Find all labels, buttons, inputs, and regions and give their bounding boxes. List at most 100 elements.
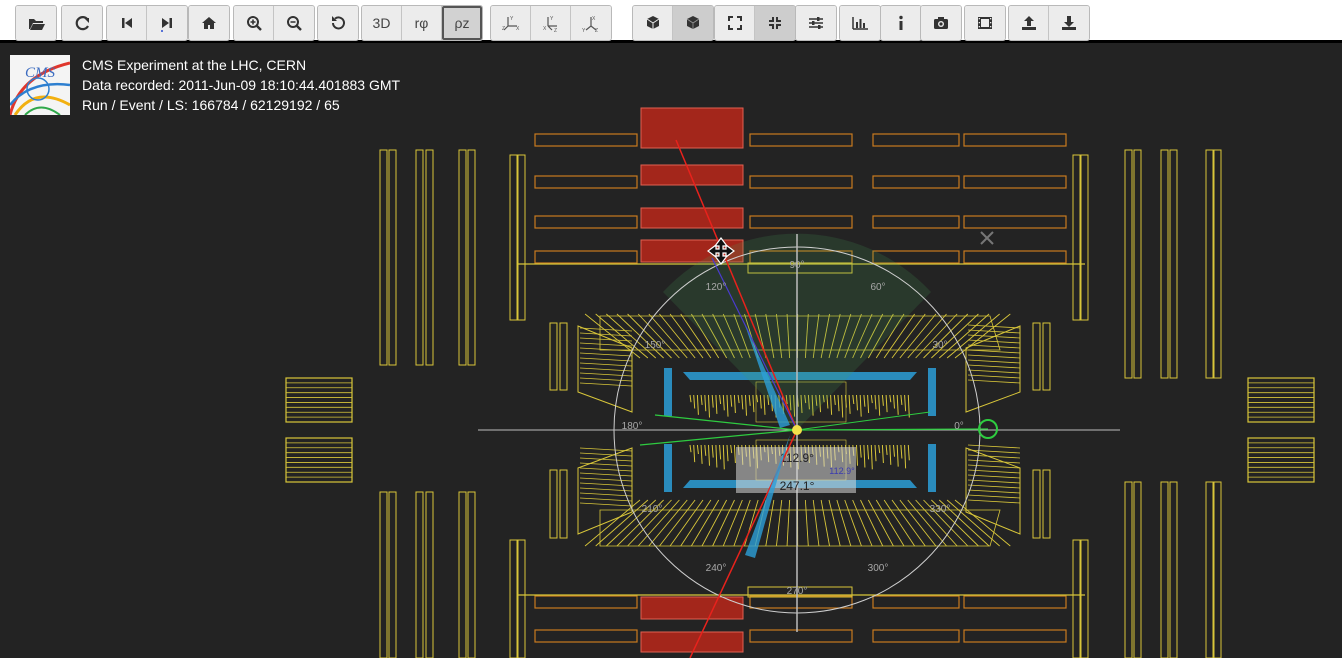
muon-chamber [749,595,853,609]
tracker-module [856,444,858,466]
hcal-endcap-layer [579,377,633,382]
endcap-muon-station [1032,469,1041,539]
muon-chamber-hit [640,631,744,653]
toolbar-group [839,5,881,41]
hcal-endcap [577,325,633,413]
reload-button[interactable] [62,6,102,40]
hcal-endcap-layer [967,369,1021,374]
toolbar-group: 3D rφ ρz [361,5,483,41]
info-icon [899,15,903,30]
exit-fullscreen-button[interactable] [755,6,795,40]
angle-readout-1: 112.9° [780,451,814,465]
tracker-module [878,394,881,416]
tracker-module [741,394,744,410]
svg-text:Y: Y [510,16,514,22]
tracker-module [848,394,851,414]
tracker-module [715,444,718,468]
hcal-endcap-layer [579,357,633,362]
zoom-out-button[interactable] [274,6,314,40]
toolbar: 3D rφ ρz Y Z X Y Z X X Y Z [0,0,1342,43]
muon-chamber-hit [640,207,744,229]
axis-xz-button[interactable]: Y Z X [531,6,571,40]
import-button[interactable] [1049,6,1089,40]
endcap-muon-station [1072,539,1081,658]
tracker-module [756,394,759,403]
event-display-canvas[interactable]: 112.9° 247.1° 112.9° 90° 60° 120° 150° 30° 180°… [0,46,1342,658]
open-file-button[interactable] [16,6,56,40]
hcal-endcap-layer [579,502,633,507]
hcal-endcap-layer [579,467,633,472]
endcap-muon-station [509,154,518,321]
muon-chamber [963,175,1067,189]
muon-chamber [872,595,960,609]
previous-event-button[interactable] [107,6,147,40]
settings-button[interactable] [796,6,836,40]
tracker-module [722,444,725,470]
angle-label: 30° [932,340,947,351]
tracker-module [907,394,910,418]
tracker-module [752,394,755,413]
toolbar-group [964,5,1006,41]
endcap-muon-station [517,154,526,321]
axis-yz-button[interactable]: YZ X [491,6,531,40]
axis-xz-icon: Y Z X [543,16,557,32]
toolbar-group [61,5,103,41]
tracker-module [896,394,899,415]
tracker-module [715,394,718,414]
film-icon [978,17,992,29]
tracker-module [700,444,703,464]
angle-label: 330° [930,504,951,515]
home-icon [202,17,216,29]
perspective-camera-button[interactable] [633,6,673,40]
toolbar-group [233,5,315,41]
axis-xy-icon: X Y Z [582,16,598,32]
info-button[interactable] [881,6,921,40]
reset-view-button[interactable] [318,6,358,40]
muon-chamber [749,629,853,643]
endcap-muon-station [415,491,424,658]
hcal-tower [733,499,751,547]
endcap-muon-station [1080,539,1089,658]
screenshot-button[interactable] [921,6,961,40]
tracker-module [704,444,707,456]
endcap-muon-station [425,491,434,658]
hcal-tower [852,499,873,547]
hcal-endcap-layer [579,482,633,487]
muon-chamber [749,175,853,189]
export-button[interactable] [1009,6,1049,40]
tracker-module [708,444,710,466]
statistics-button[interactable] [840,6,880,40]
enter-fullscreen-button[interactable] [715,6,755,40]
tracker-module [867,444,870,460]
hcal-endcap-layer [967,359,1021,364]
hcal-endcap-layer [579,347,633,352]
muon-chamber [963,250,1067,264]
zoom-in-button[interactable] [234,6,274,40]
tracker-module [730,394,733,407]
hcal-tower [786,499,791,547]
view-rphi-button[interactable]: rφ [402,6,442,40]
hcal-endcap-layer [967,374,1021,379]
orthographic-camera-button[interactable] [673,6,713,40]
ecal-endcap [928,444,936,492]
hcal-endcap-layer [967,354,1021,359]
tracker-module [867,394,870,414]
angle-label: 90° [789,260,804,271]
muon-chamber [749,215,853,229]
view-rz-button[interactable]: ρz [442,6,482,40]
muon-chamber [872,133,960,147]
cube-solid-icon [686,16,700,29]
hcal-endcap-layer [579,492,633,497]
next-event-button[interactable] [147,6,187,40]
animation-button[interactable] [965,6,1005,40]
endcap-muon-station [388,149,397,366]
view-3d-button[interactable]: 3D [362,6,402,40]
tracker-module [896,444,899,467]
tracker-module [889,394,892,403]
tracker-module [726,394,729,417]
hcal-tower [637,313,680,359]
svg-text:Z: Z [502,26,505,32]
home-view-button[interactable] [189,6,229,40]
axis-xy-button[interactable]: X Y Z [571,6,611,40]
endcap-muon-station [425,149,434,366]
